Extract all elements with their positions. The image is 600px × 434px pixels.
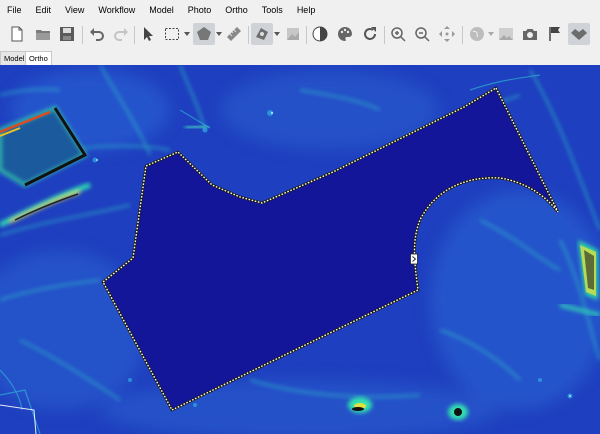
redo-icon — [114, 28, 128, 41]
tab-ortho[interactable]: Ortho — [25, 51, 52, 65]
view-tabs: Model Ortho — [0, 51, 600, 65]
patch-button[interactable] — [251, 23, 273, 45]
vertex-handle[interactable] — [410, 253, 418, 265]
menu-view[interactable]: View — [58, 0, 91, 20]
chevron-down-icon[interactable] — [184, 31, 190, 37]
capture-button[interactable] — [519, 23, 541, 45]
dem-layer-icon — [287, 28, 299, 40]
menu-workflow[interactable]: Workflow — [91, 0, 142, 20]
image-icon — [499, 28, 513, 40]
ortho-view[interactable] — [0, 65, 600, 434]
main-toolbar — [0, 20, 600, 52]
new-document-icon — [11, 26, 23, 42]
handshake-icon — [571, 29, 587, 40]
ruler-icon — [227, 27, 241, 41]
zoom-out-icon — [415, 27, 430, 42]
palette-button[interactable] — [334, 23, 356, 45]
open-button[interactable] — [32, 23, 54, 45]
redo-button[interactable] — [110, 23, 132, 45]
toolbar-separator — [248, 26, 249, 44]
menu-edit[interactable]: Edit — [29, 0, 59, 20]
undo-icon — [90, 28, 104, 41]
menu-file[interactable]: File — [0, 0, 29, 20]
navigation-arrow-icon — [144, 27, 153, 41]
refresh-icon — [364, 27, 376, 40]
chevron-down-icon[interactable] — [274, 31, 280, 37]
navigation-button[interactable] — [137, 23, 159, 45]
toolbar-separator — [306, 26, 307, 44]
menu-help[interactable]: Help — [290, 0, 323, 20]
shading-icon — [312, 26, 328, 42]
palette-icon — [338, 27, 352, 41]
menu-ortho[interactable]: Ortho — [218, 0, 255, 20]
dem-layer-button[interactable] — [282, 23, 304, 45]
refresh-button[interactable] — [359, 23, 381, 45]
move-icon — [439, 26, 455, 42]
undo-button[interactable] — [86, 23, 108, 45]
menu-model[interactable]: Model — [142, 0, 181, 20]
rectangle-selection-icon — [165, 28, 179, 40]
polygon-draw-icon — [197, 27, 211, 40]
open-folder-icon — [36, 30, 50, 40]
handshake-button[interactable] — [568, 23, 590, 45]
save-icon — [60, 27, 74, 41]
zoom-out-button[interactable] — [411, 23, 433, 45]
globe-button[interactable] — [466, 23, 488, 45]
chevron-down-icon[interactable] — [488, 31, 494, 37]
shading-button[interactable] — [309, 23, 331, 45]
marker-button[interactable] — [544, 23, 566, 45]
zoom-in-button[interactable] — [387, 23, 409, 45]
toolbar-separator — [82, 26, 83, 44]
marker-flag-icon — [549, 27, 560, 41]
globe-icon — [470, 27, 484, 41]
new-document-button[interactable] — [6, 23, 28, 45]
dem-map[interactable] — [0, 65, 600, 434]
save-button[interactable] — [56, 23, 78, 45]
toolbar-separator — [384, 26, 385, 44]
zoom-in-icon — [391, 27, 406, 42]
patch-icon — [256, 28, 268, 40]
menu-tools[interactable]: Tools — [255, 0, 290, 20]
menu-bar: File Edit View Workflow Model Photo Orth… — [0, 0, 600, 20]
toolbar-separator — [134, 26, 135, 44]
menu-photo[interactable]: Photo — [181, 0, 219, 20]
image-button[interactable] — [495, 23, 517, 45]
toolbar-separator — [462, 26, 463, 44]
ruler-button[interactable] — [223, 23, 245, 45]
camera-icon — [523, 29, 537, 40]
chevron-down-icon[interactable] — [216, 31, 222, 37]
rectangle-selection-button[interactable] — [161, 23, 183, 45]
move-button[interactable] — [436, 23, 458, 45]
draw-polygon-button[interactable] — [193, 23, 215, 45]
